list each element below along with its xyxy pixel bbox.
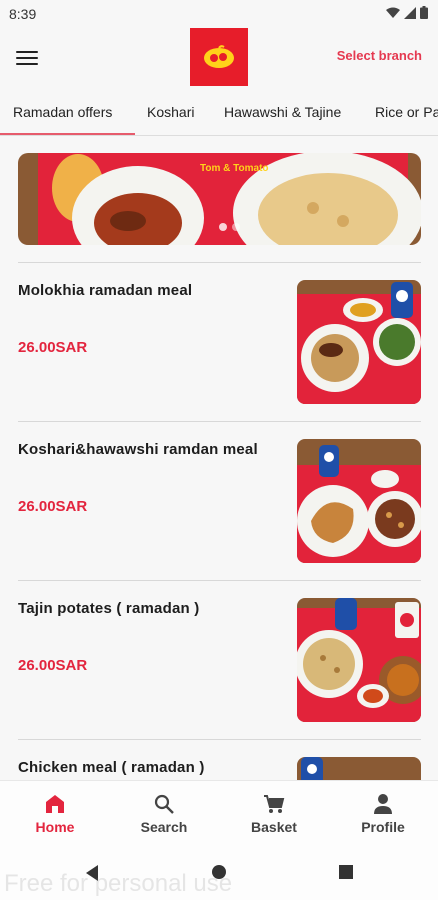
tab-ramadan-offers[interactable]: Ramadan offers bbox=[13, 104, 112, 120]
promo-banner[interactable]: Tom & Tomato bbox=[18, 153, 421, 245]
status-time: 8:39 bbox=[9, 6, 37, 22]
recents-icon[interactable] bbox=[338, 864, 354, 880]
watermark: Free for personal use bbox=[4, 870, 233, 897]
item-name: Molokhia ramadan meal bbox=[18, 282, 193, 299]
item-image bbox=[297, 280, 421, 404]
nav-profile-label: Profile bbox=[361, 819, 405, 835]
tab-koshari[interactable]: Koshari bbox=[147, 104, 194, 120]
brand-logo bbox=[190, 28, 248, 86]
status-bar: 8:39 bbox=[0, 0, 438, 28]
item-name: Chicken meal ( ramadan ) bbox=[18, 759, 205, 776]
nav-search-label: Search bbox=[140, 819, 188, 835]
home-icon bbox=[46, 795, 64, 813]
nav-basket-label: Basket bbox=[251, 819, 297, 835]
banner-text: Tom & Tomato bbox=[200, 163, 269, 174]
item-name: Tajin potates ( ramadan ) bbox=[18, 600, 200, 617]
select-branch-button[interactable]: Select branch bbox=[337, 48, 422, 63]
wifi-icon bbox=[386, 7, 400, 18]
nav-home[interactable]: Home bbox=[10, 793, 100, 835]
item-price: 26.00SAR bbox=[18, 498, 88, 515]
tab-hawawshi-tajine[interactable]: Hawawshi & Tajine bbox=[224, 104, 341, 120]
app-bar: Select branch bbox=[0, 28, 438, 92]
search-icon bbox=[154, 794, 174, 814]
bottom-navigation: Home Search Basket Profile bbox=[0, 780, 438, 848]
battery-icon bbox=[420, 6, 428, 19]
nav-home-label: Home bbox=[35, 819, 75, 835]
cart-icon bbox=[264, 795, 285, 813]
person-icon bbox=[374, 794, 392, 814]
signal-icon bbox=[404, 6, 416, 19]
banner-image: Tom & Tomato bbox=[18, 153, 421, 245]
menu-item[interactable]: Koshari&hawawshi ramdan meal 26.00SAR bbox=[18, 421, 421, 566]
item-price: 26.00SAR bbox=[18, 657, 88, 674]
item-image bbox=[297, 757, 421, 780]
menu-item[interactable]: Molokhia ramadan meal 26.00SAR bbox=[18, 262, 421, 407]
item-name: Koshari&hawawshi ramdan meal bbox=[18, 441, 258, 458]
active-tab-indicator bbox=[0, 133, 135, 135]
nav-basket[interactable]: Basket bbox=[229, 793, 319, 835]
item-image bbox=[297, 439, 421, 563]
tab-rice-or-pasta[interactable]: Rice or Pa bbox=[375, 104, 438, 120]
status-icons bbox=[386, 6, 428, 19]
nav-search[interactable]: Search bbox=[119, 793, 209, 835]
menu-item[interactable]: Tajin potates ( ramadan ) 26.00SAR bbox=[18, 580, 421, 725]
item-image bbox=[297, 598, 421, 722]
menu-item[interactable]: Chicken meal ( ramadan ) bbox=[18, 739, 421, 780]
menu-content[interactable]: Tom & Tomato Molokhia ramadan meal 26.00… bbox=[0, 137, 438, 780]
category-tabs: Ramadan offers Koshari Hawawshi & Tajine… bbox=[0, 92, 438, 136]
item-price: 26.00SAR bbox=[18, 339, 88, 356]
nav-profile[interactable]: Profile bbox=[338, 793, 428, 835]
menu-icon[interactable] bbox=[12, 44, 42, 72]
